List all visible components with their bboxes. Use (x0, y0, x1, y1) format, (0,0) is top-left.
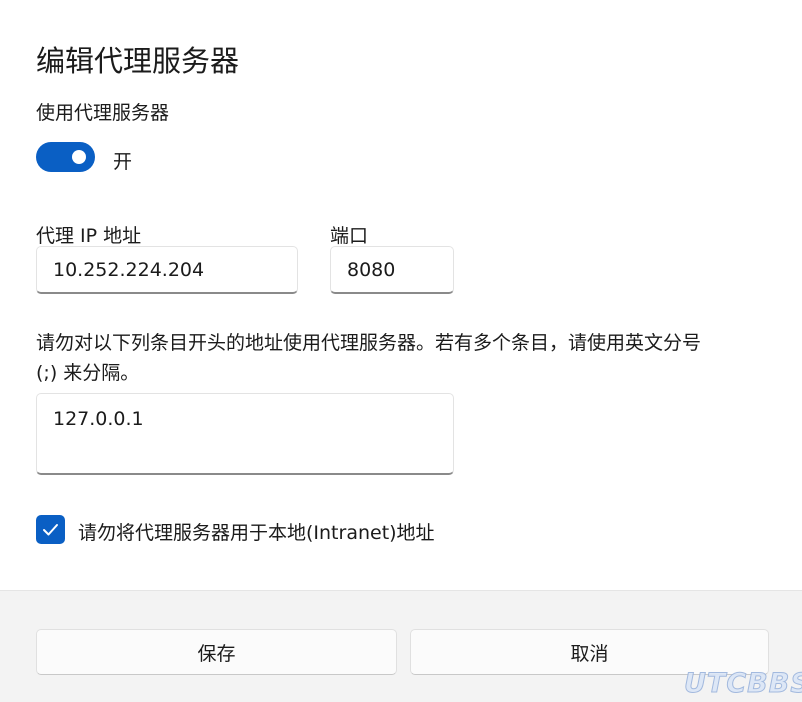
exceptions-textarea[interactable]: 127.0.0.1 (36, 393, 454, 475)
exceptions-description-line2: (;) 来分隔。 (36, 362, 140, 384)
use-proxy-label: 使用代理服务器 (36, 102, 170, 124)
proxy-ip-label: 代理 IP 地址 (36, 225, 142, 247)
use-proxy-toggle[interactable] (36, 142, 95, 172)
local-address-checkbox-label: 请勿将代理服务器用于本地(Intranet)地址 (78, 522, 435, 544)
proxy-dialog: 编辑代理服务器 使用代理服务器 开 代理 IP 地址 10.252.224.20… (0, 0, 802, 590)
port-label: 端口 (330, 225, 369, 247)
port-input[interactable]: 8080 (330, 246, 454, 294)
checkmark-icon (43, 524, 58, 536)
save-button[interactable]: 保存 (36, 629, 397, 675)
proxy-ip-input[interactable]: 10.252.224.204 (36, 246, 298, 294)
exceptions-description-line1: 请勿对以下列条目开头的地址使用代理服务器。若有多个条目，请使用英文分号 (36, 332, 702, 354)
watermark-logo: UTCBBS (684, 668, 802, 700)
dialog-footer: 保存 取消 (0, 590, 802, 702)
local-address-checkbox[interactable] (36, 515, 65, 544)
toggle-knob (72, 150, 86, 164)
toggle-state-label: 开 (113, 151, 133, 173)
dialog-title: 编辑代理服务器 (36, 44, 240, 78)
